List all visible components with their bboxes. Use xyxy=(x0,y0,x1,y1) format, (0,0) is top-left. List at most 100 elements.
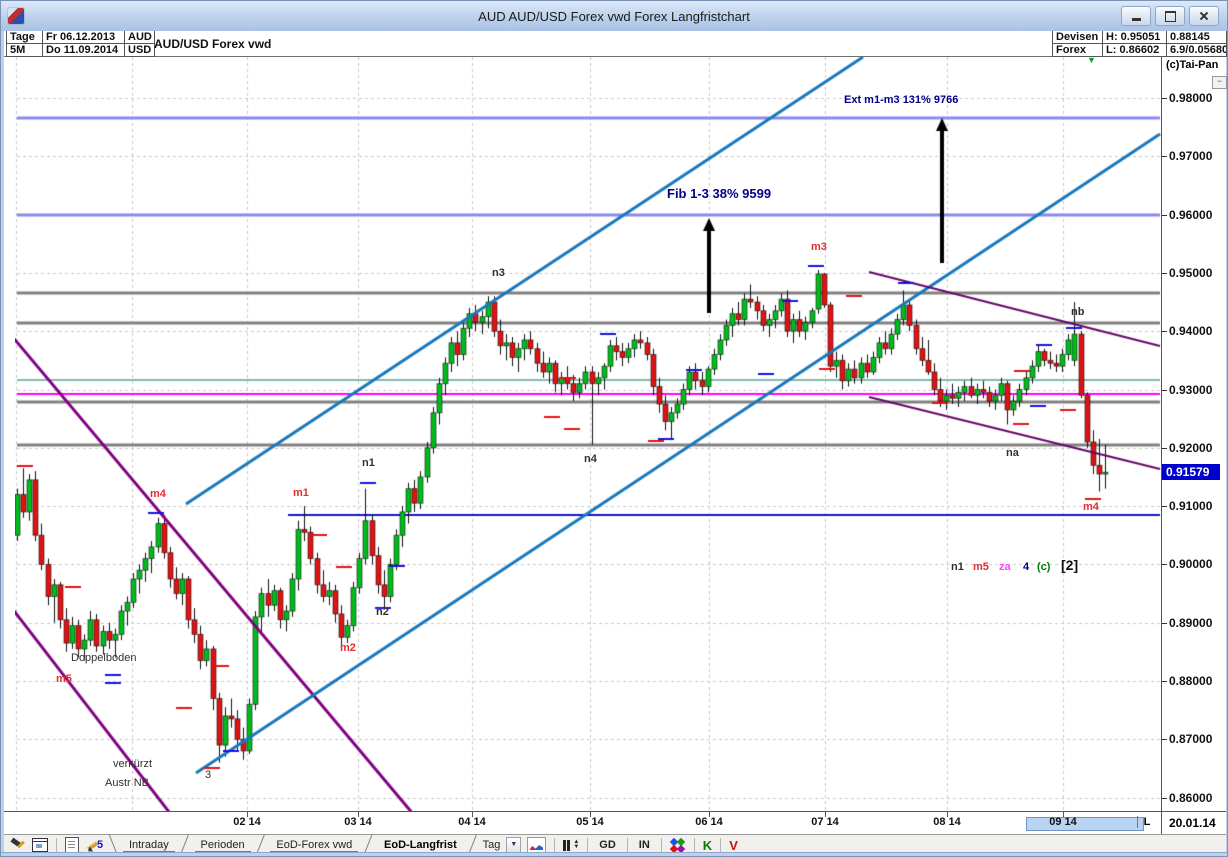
x-axis-tick xyxy=(709,812,710,817)
y-axis-label: 0.95000 xyxy=(1169,265,1213,280)
x-axis-tick xyxy=(590,812,591,817)
chart-header: Tage 5M Fr 06.12.2013 Do 11.09.2014 AUD … xyxy=(4,31,1227,57)
x-axis-label: 05 14 xyxy=(576,816,604,828)
x-axis-tick xyxy=(472,812,473,817)
candle-style-button[interactable]: ▲ ▼ xyxy=(563,837,579,854)
candlestick-icon xyxy=(567,839,571,851)
y-axis-tick xyxy=(1162,681,1167,682)
y-axis-label: 0.88000 xyxy=(1169,674,1213,688)
instrument-title: AUD/USD Forex vwd xyxy=(154,37,272,51)
chart-area: ▼ Ext m1-m3 131% 9766 Fib 1-3 38% 9599 n3 m… xyxy=(4,55,1227,834)
color-diamonds-icon xyxy=(669,837,686,853)
x-axis-tick xyxy=(358,812,359,817)
draw-button[interactable]: 5 xyxy=(85,837,103,854)
y-axis-tick xyxy=(1162,156,1167,158)
x-axis-label: 02 14 xyxy=(233,816,261,828)
x-axis-label: 06 14 xyxy=(695,816,723,828)
separator xyxy=(56,837,57,853)
title-bar[interactable]: AUD AUD/USD Forex vwd Forex Langfristcha… xyxy=(1,1,1227,31)
market-sublabel: Forex xyxy=(1053,44,1103,57)
y-axis-label: 0.86000 xyxy=(1169,790,1213,805)
period-count: 5M xyxy=(7,44,43,57)
in-indicator-button[interactable]: IN xyxy=(636,839,653,851)
separator xyxy=(720,837,722,853)
y-axis-label: 0.90000 xyxy=(1169,557,1213,572)
candlestick-icon xyxy=(563,839,567,851)
y-axis-label: 0.96000 xyxy=(1169,207,1213,222)
y-axis-label: 0.91000 xyxy=(1169,499,1213,514)
separator xyxy=(587,837,589,853)
y-axis-label: 0.92000 xyxy=(1169,440,1213,455)
x-axis-label: 03 14 xyxy=(344,816,372,828)
y-axis-label: 0.97000 xyxy=(1169,149,1213,164)
tab-intraday[interactable]: Intraday xyxy=(122,839,175,852)
x-axis-tick xyxy=(947,812,948,817)
pane-minimize-icon[interactable]: − xyxy=(1212,76,1227,89)
date-from: Fr 06.12.2013 xyxy=(43,31,125,44)
volumen-button[interactable]: V xyxy=(729,838,738,853)
x-axis-tick xyxy=(825,812,826,817)
tools-button[interactable] xyxy=(10,837,26,854)
quote-currency: USD xyxy=(125,44,155,57)
notes-button[interactable] xyxy=(65,837,79,854)
cursor-date: 20.01.14 xyxy=(1161,811,1226,834)
y-axis-tick xyxy=(1162,214,1167,216)
date-range-table: Tage 5M Fr 06.12.2013 Do 11.09.2014 AUD … xyxy=(6,31,155,57)
chart-type-button[interactable] xyxy=(527,837,547,854)
color-settings-button[interactable] xyxy=(669,837,686,854)
y-axis-label: 0.93000 xyxy=(1169,382,1213,397)
tab-eod-forex-vwd[interactable]: EoD-Forex vwd xyxy=(270,839,359,852)
last-price-badge: 0.91579 xyxy=(1162,464,1220,481)
scale-range-value: 6.9/0.05680 xyxy=(1167,44,1227,57)
hammer-icon xyxy=(10,838,26,852)
date-to: Do 11.09.2014 xyxy=(43,44,125,57)
period-low: L: 0.86602 xyxy=(1103,44,1167,57)
tab-eod-langfrist[interactable]: EoD-Langfrist xyxy=(378,839,463,851)
window-layout-button[interactable] xyxy=(32,837,48,854)
window-icon xyxy=(32,838,48,852)
application-window: AUD AUD/USD Forex vwd Forex Langfristcha… xyxy=(0,0,1228,857)
y-axis-tick xyxy=(1162,506,1167,508)
y-axis-tick xyxy=(1162,797,1167,799)
x-axis-label: 09 14 xyxy=(1049,816,1077,828)
copyright-label: (c)Tai-Pan xyxy=(1166,59,1219,71)
document-icon xyxy=(65,837,79,853)
x-axis-label: 07 14 xyxy=(811,816,839,828)
x-axis-tick xyxy=(1063,812,1064,817)
window-bottom-border xyxy=(1,852,1227,856)
y-axis-tick xyxy=(1162,331,1167,333)
x-axis-label: 04 14 xyxy=(458,816,486,828)
y-axis-tick xyxy=(1162,98,1167,99)
line-chart-icon xyxy=(527,837,547,853)
spinner-arrows-icon: ▲ ▼ xyxy=(573,839,580,850)
separator xyxy=(660,837,662,853)
pencil-icon xyxy=(85,839,99,852)
price-scale[interactable]: (c)Tai-Pan − 0.91579 0.98000 0.97000 0.960… xyxy=(1161,57,1227,834)
period-dropdown-button[interactable]: ▼ xyxy=(506,837,522,853)
period-select-label[interactable]: Tag xyxy=(483,839,501,851)
y-axis-label: 0.89000 xyxy=(1169,615,1213,630)
y-axis-tick xyxy=(1162,739,1167,741)
y-axis-label: 0.94000 xyxy=(1169,324,1213,339)
x-axis-tick xyxy=(247,812,248,817)
candlestick-chart[interactable] xyxy=(15,57,1161,811)
window-title: AUD AUD/USD Forex vwd Forex Langfristcha… xyxy=(478,8,750,24)
tab-perioden[interactable]: Perioden xyxy=(194,839,251,852)
y-axis-label: 0.87000 xyxy=(1169,732,1213,747)
period-high: H: 0.95051 xyxy=(1103,31,1167,44)
separator xyxy=(554,837,556,853)
kurs-button[interactable]: K xyxy=(703,838,712,853)
period-type: Tage xyxy=(7,31,43,44)
x-axis-label: 08 14 xyxy=(933,816,961,828)
y-axis-tick xyxy=(1162,447,1167,449)
y-axis-tick xyxy=(1162,564,1167,566)
separator xyxy=(626,837,628,853)
y-axis-tick xyxy=(1162,622,1167,624)
y-axis-tick xyxy=(1162,272,1167,274)
market-label: Devisen xyxy=(1053,31,1103,44)
chevron-down-icon: ▼ xyxy=(510,841,518,848)
y-axis-tick xyxy=(1162,389,1167,391)
base-currency: AUD xyxy=(125,31,155,44)
time-axis: L 02 14 03 14 04 14 05 14 06 14 07 14 08 14 09 … xyxy=(4,811,1161,834)
gd-indicator-button[interactable]: GD xyxy=(596,839,619,851)
